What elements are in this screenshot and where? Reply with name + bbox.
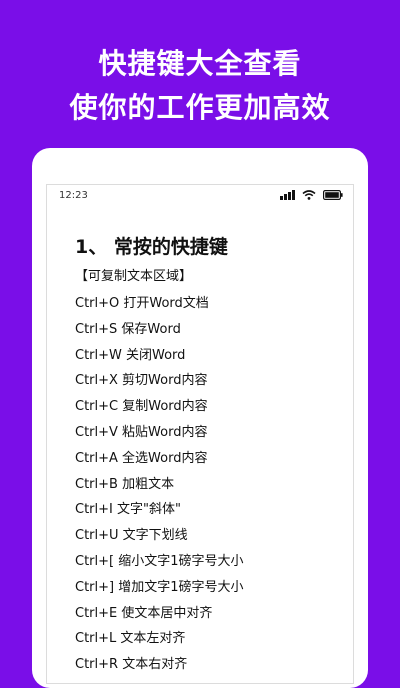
section-title: 1、 常按的快捷键 [75, 236, 228, 258]
signal-icon [280, 190, 295, 200]
shortcut-item[interactable]: Ctrl+[ 缩小文字1磅字号大小 [75, 549, 244, 575]
status-icons [280, 190, 343, 200]
shortcut-item[interactable]: Ctrl+A 全选Word内容 [75, 446, 244, 472]
shortcut-item[interactable]: Ctrl+X 剪切Word内容 [75, 368, 244, 394]
shortcut-item[interactable]: Ctrl+B 加粗文本 [75, 472, 244, 498]
shortcut-item[interactable]: Ctrl+E 使文本居中对齐 [75, 601, 244, 627]
shortcut-item[interactable]: Ctrl+V 粘贴Word内容 [75, 420, 244, 446]
shortcut-item[interactable]: Ctrl+I 文字"斜体" [75, 497, 244, 523]
shortcut-item[interactable]: Ctrl+W 关闭Word [75, 343, 244, 369]
phone-screen: 12:23 1、 常按的快捷键 【可复制文本区域】 Ctrl+O 打开Word文… [46, 184, 354, 684]
status-bar: 12:23 [47, 185, 353, 209]
shortcut-item[interactable]: Ctrl+R 文本右对齐 [75, 652, 244, 678]
shortcut-list[interactable]: Ctrl+O 打开Word文档 Ctrl+S 保存Word Ctrl+W 关闭W… [75, 291, 244, 678]
shortcut-item[interactable]: Ctrl+S 保存Word [75, 317, 244, 343]
shortcut-item[interactable]: Ctrl+L 文本左对齐 [75, 626, 244, 652]
battery-icon [323, 190, 343, 200]
shortcut-item[interactable]: Ctrl+C 复制Word内容 [75, 394, 244, 420]
shortcut-item[interactable]: Ctrl+] 增加文字1磅字号大小 [75, 575, 244, 601]
promo-headline-line2: 使你的工作更加高效 [69, 91, 331, 124]
shortcut-item[interactable]: Ctrl+O 打开Word文档 [75, 291, 244, 317]
status-time: 12:23 [59, 190, 88, 201]
shortcut-item[interactable]: Ctrl+U 文字下划线 [75, 523, 244, 549]
wifi-icon [302, 190, 316, 200]
copy-hint: 【可复制文本区域】 [75, 269, 193, 284]
promo-headline-line1: 快捷键大全查看 [98, 47, 302, 80]
